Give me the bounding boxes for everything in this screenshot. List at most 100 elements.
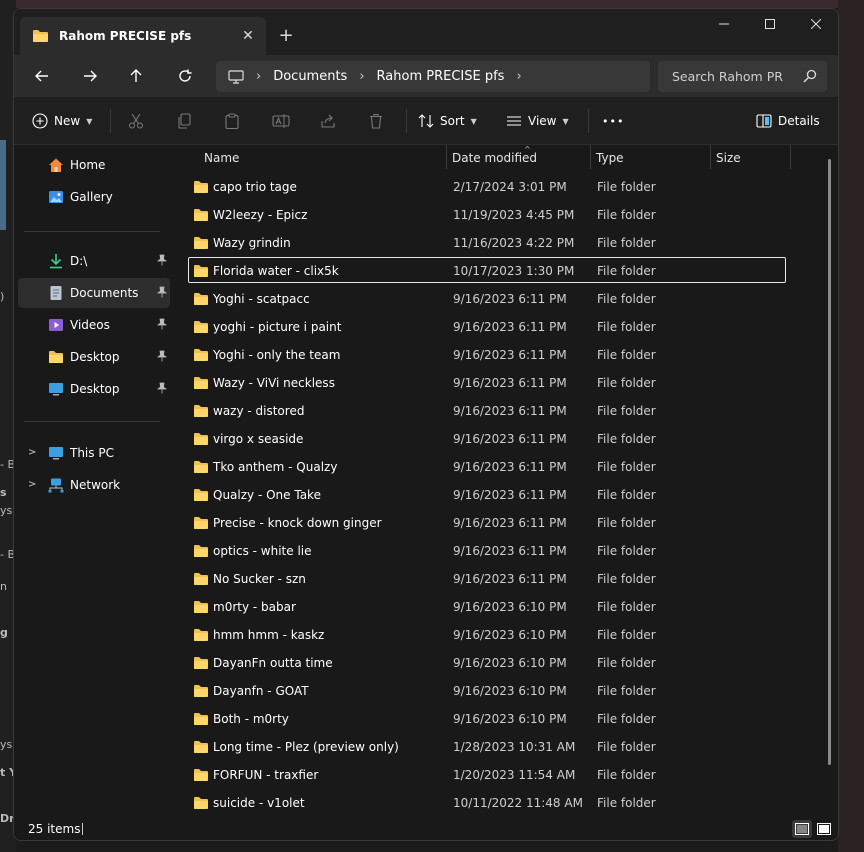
file-type: File folder <box>597 544 656 558</box>
navigation-pane: Home Gallery D:\ Documents Videos Deskto… <box>14 145 174 817</box>
new-tab-button[interactable]: + <box>274 23 298 47</box>
table-row[interactable]: Both - m0rty 9/16/2023 6:10 PM File folder <box>188 705 786 731</box>
table-row[interactable]: capo trio tage 2/17/2024 3:01 PM File fold… <box>188 173 786 199</box>
table-row[interactable]: DayanFn outta time 9/16/2023 6:10 PM File … <box>188 649 786 675</box>
column-size[interactable]: Size <box>716 151 741 165</box>
details-view-toggle[interactable] <box>792 820 812 838</box>
sidebar-item-desktop[interactable]: Desktop <box>18 374 170 404</box>
breadcrumb-separator-icon[interactable]: › <box>256 69 261 84</box>
table-row[interactable]: Yoghi - scatpacc 9/16/2023 6:11 PM File fo… <box>188 285 786 311</box>
table-row[interactable]: No Sucker - szn 9/16/2023 6:11 PM File fol… <box>188 565 786 591</box>
details-label: Details <box>778 114 820 128</box>
table-row[interactable]: wazy - distored 9/16/2023 6:11 PM File fol… <box>188 397 786 423</box>
sort-button[interactable]: Sort ▼ <box>418 107 477 135</box>
column-divider[interactable] <box>446 145 447 169</box>
folder-icon <box>194 657 208 669</box>
file-type: File folder <box>597 208 656 222</box>
vertical-scrollbar[interactable] <box>828 159 831 765</box>
breadcrumb-separator-icon[interactable]: › <box>516 69 521 84</box>
folder-icon <box>194 293 208 305</box>
table-row[interactable]: FORFUN - traxfier 1/20/2023 11:54 AM File … <box>188 761 786 787</box>
table-row[interactable]: Qualzy - One Take 9/16/2023 6:11 PM File f… <box>188 481 786 507</box>
column-divider[interactable] <box>590 145 591 169</box>
file-name: FORFUN - traxfier <box>213 768 319 782</box>
sidebar-item-downloads-d[interactable]: D:\ <box>18 246 170 276</box>
new-button[interactable]: New ▼ <box>32 107 92 135</box>
videos-icon <box>49 319 63 331</box>
rename-button[interactable] <box>272 107 290 135</box>
close-window-button[interactable] <box>793 9 838 39</box>
table-row[interactable]: virgo x seaside 9/16/2023 6:11 PM File fol… <box>188 425 786 451</box>
column-type[interactable]: Type <box>596 151 624 165</box>
desktop-icon <box>49 383 63 396</box>
breadcrumb-current-folder[interactable]: Rahom PRECISE pfs <box>377 69 505 84</box>
search-input[interactable] <box>672 69 784 84</box>
more-options-button[interactable]: ••• <box>602 107 624 135</box>
table-row[interactable]: hmm hmm - kaskz 9/16/2023 6:10 PM File fol… <box>188 621 786 647</box>
view-button[interactable]: View ▼ <box>506 107 569 135</box>
table-row[interactable]: suicide - v1olet 10/11/2022 11:48 AM File … <box>188 789 786 815</box>
table-row[interactable]: Tko anthem - Qualzy 9/16/2023 6:11 PM File… <box>188 453 786 479</box>
table-row[interactable]: Florida water - clix5k 10/17/2023 1:30 PM… <box>188 257 786 283</box>
sidebar-item-label: Home <box>70 158 106 172</box>
chevron-down-icon: ▼ <box>86 116 93 126</box>
file-date-modified: 9/16/2023 6:11 PM <box>453 488 567 502</box>
maximize-button[interactable] <box>747 9 793 39</box>
forward-button[interactable] <box>74 61 106 91</box>
folder-icon <box>194 461 208 473</box>
tab-close-button[interactable]: ✕ <box>238 26 258 46</box>
sidebar-item-videos[interactable]: Videos <box>18 310 170 340</box>
paste-button[interactable] <box>224 107 240 135</box>
details-pane-button[interactable]: Details <box>756 107 820 135</box>
folder-icon <box>194 405 208 417</box>
sidebar-item-desktop-folder[interactable]: Desktop <box>18 342 170 372</box>
column-divider[interactable] <box>790 145 791 169</box>
file-date-modified: 9/16/2023 6:11 PM <box>453 572 567 586</box>
chevron-right-icon[interactable]: > <box>28 447 36 458</box>
table-row[interactable]: Long time - Plez (preview only) 1/28/2023… <box>188 733 786 759</box>
background-fragment: s <box>0 486 7 499</box>
file-type: File folder <box>597 348 656 362</box>
table-row[interactable]: Dayanfn - GOAT 9/16/2023 6:10 PM File fold… <box>188 677 786 703</box>
list-view-icon <box>507 116 521 126</box>
up-button[interactable] <box>120 61 152 91</box>
table-row[interactable]: optics - white lie 9/16/2023 6:11 PM File … <box>188 537 786 563</box>
file-name: yoghi - picture i paint <box>213 320 342 334</box>
sidebar-item-home[interactable]: Home <box>18 150 170 180</box>
address-bar[interactable]: › Documents › Rahom PRECISE pfs › <box>216 61 650 92</box>
cut-button[interactable] <box>128 107 144 135</box>
chevron-right-icon[interactable]: > <box>28 479 36 490</box>
share-button[interactable] <box>320 107 336 135</box>
copy-icon <box>178 113 191 129</box>
table-row[interactable]: Yoghi - only the team 9/16/2023 6:11 PM Fi… <box>188 341 786 367</box>
table-row[interactable]: Wazy - ViVi neckless 9/16/2023 6:11 PM Fil… <box>188 369 786 395</box>
table-row[interactable]: Wazy grindin 11/16/2023 4:22 PM File folde… <box>188 229 786 255</box>
copy-button[interactable] <box>176 107 192 135</box>
minimize-button[interactable] <box>701 9 747 39</box>
pin-icon <box>156 286 168 298</box>
sidebar-item-documents[interactable]: Documents <box>18 278 170 308</box>
table-row[interactable]: W2leezy - Epicz 11/19/2023 4:45 PM File fo… <box>188 201 786 227</box>
large-icons-view-toggle[interactable] <box>814 820 834 838</box>
back-button[interactable] <box>26 61 58 91</box>
delete-button[interactable] <box>368 107 384 135</box>
table-row[interactable]: m0rty - babar 9/16/2023 6:10 PM File folde… <box>188 593 786 619</box>
breadcrumb-separator-icon[interactable]: › <box>359 69 364 84</box>
column-divider[interactable] <box>710 145 711 169</box>
share-icon <box>321 114 335 128</box>
sidebar-item-network[interactable]: > Network <box>18 470 170 500</box>
gallery-icon <box>49 191 63 203</box>
search-box[interactable] <box>658 61 827 92</box>
file-date-modified: 1/28/2023 10:31 AM <box>453 740 576 754</box>
refresh-button[interactable] <box>169 61 201 91</box>
tab-rahom-precise-pfs[interactable]: Rahom PRECISE pfs ✕ <box>20 17 266 55</box>
column-name[interactable]: Name <box>204 151 239 165</box>
table-row[interactable]: yoghi - picture i paint 9/16/2023 6:11 PM… <box>188 313 786 339</box>
pin-icon <box>156 350 168 362</box>
breadcrumb-documents[interactable]: Documents <box>273 69 347 84</box>
column-date-modified[interactable]: Date modified <box>452 151 537 165</box>
sidebar-item-this-pc[interactable]: > This PC <box>18 438 170 468</box>
table-row[interactable]: Precise - knock down ginger 9/16/2023 6:1… <box>188 509 786 535</box>
file-name: Qualzy - One Take <box>213 488 321 502</box>
sidebar-item-gallery[interactable]: Gallery <box>18 182 170 212</box>
